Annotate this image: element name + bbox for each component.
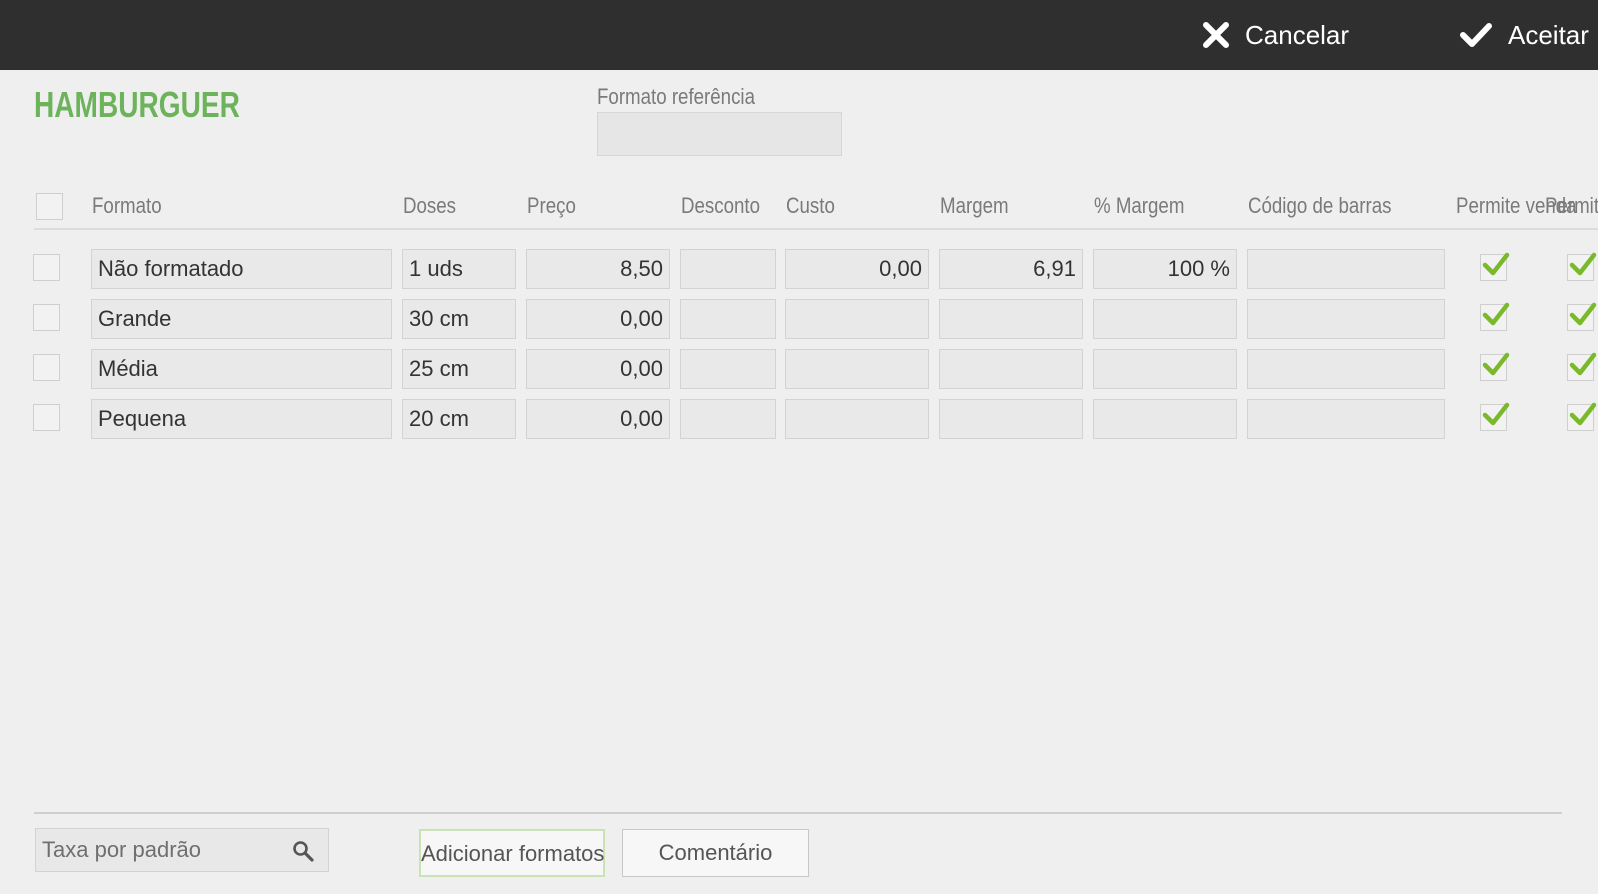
- desconto-field[interactable]: [680, 349, 776, 389]
- check-icon: [1460, 22, 1492, 48]
- margem-field[interactable]: [939, 399, 1083, 439]
- check-icon: [1569, 252, 1597, 276]
- column-header-custo: Custo: [786, 193, 835, 218]
- doses-field[interactable]: 1 uds: [402, 249, 516, 289]
- check-icon: [1569, 352, 1597, 376]
- formato-field[interactable]: Média: [91, 349, 392, 389]
- column-header-permit: Permit: [1545, 193, 1598, 218]
- codigo-barras-field[interactable]: [1247, 299, 1445, 339]
- formato-field[interactable]: Não formatado: [91, 249, 392, 289]
- check-icon: [1482, 352, 1510, 376]
- column-header-preco: Preço: [527, 193, 576, 218]
- doses-field[interactable]: 30 cm: [402, 299, 516, 339]
- check-icon: [1569, 402, 1597, 426]
- select-all-checkbox[interactable]: [36, 193, 63, 220]
- pct-margem-field[interactable]: 100 %: [1093, 249, 1237, 289]
- footer-divider: [34, 812, 1562, 814]
- custo-field[interactable]: [785, 399, 929, 439]
- search-icon[interactable]: [292, 840, 314, 867]
- reference-format-label: Formato referência: [597, 84, 755, 109]
- tax-default-input[interactable]: [36, 829, 288, 871]
- preco-field[interactable]: 0,00: [526, 299, 670, 339]
- column-header-doses: Doses: [403, 193, 457, 218]
- check-icon: [1482, 252, 1510, 276]
- formato-field[interactable]: Pequena: [91, 399, 392, 439]
- custo-field[interactable]: [785, 299, 929, 339]
- column-header-codigo-barras: Código de barras: [1248, 193, 1392, 218]
- column-header-pct-margem: % Margem: [1094, 193, 1185, 218]
- comment-button[interactable]: Comentário: [622, 829, 809, 877]
- margem-field[interactable]: [939, 349, 1083, 389]
- permit-checkbox[interactable]: [1567, 402, 1597, 431]
- column-header-margem: Margem: [940, 193, 1009, 218]
- preco-field[interactable]: 8,50: [526, 249, 670, 289]
- formato-field[interactable]: Grande: [91, 299, 392, 339]
- row-checkbox[interactable]: [33, 404, 60, 431]
- column-header-desconto: Desconto: [681, 193, 761, 218]
- column-header-formato: Formato: [92, 193, 162, 218]
- desconto-field[interactable]: [680, 399, 776, 439]
- margem-field[interactable]: 6,91: [939, 249, 1083, 289]
- row-checkbox[interactable]: [33, 304, 60, 331]
- preco-field[interactable]: 0,00: [526, 349, 670, 389]
- page-title: HAMBURGUER: [34, 84, 240, 125]
- check-icon: [1569, 302, 1597, 326]
- margem-field[interactable]: [939, 299, 1083, 339]
- permite-venda-checkbox[interactable]: [1480, 252, 1510, 281]
- pct-margem-field[interactable]: [1093, 349, 1237, 389]
- permit-checkbox[interactable]: [1567, 302, 1597, 331]
- custo-field[interactable]: [785, 349, 929, 389]
- row-checkbox[interactable]: [33, 354, 60, 381]
- custo-field[interactable]: 0,00: [785, 249, 929, 289]
- pct-margem-field[interactable]: [1093, 299, 1237, 339]
- doses-field[interactable]: 20 cm: [402, 399, 516, 439]
- reference-format-input[interactable]: [597, 112, 842, 156]
- check-icon: [1482, 302, 1510, 326]
- doses-field[interactable]: 25 cm: [402, 349, 516, 389]
- cancel-button[interactable]: Cancelar: [1203, 0, 1349, 70]
- pct-margem-field[interactable]: [1093, 399, 1237, 439]
- table-header: Formato Doses Preço Desconto Custo Marge…: [0, 185, 1598, 225]
- codigo-barras-field[interactable]: [1247, 349, 1445, 389]
- cancel-label: Cancelar: [1245, 19, 1350, 50]
- row-checkbox[interactable]: [33, 254, 60, 281]
- add-formats-button[interactable]: Adicionar formatos: [419, 829, 605, 877]
- permite-venda-checkbox[interactable]: [1480, 402, 1510, 431]
- codigo-barras-field[interactable]: [1247, 399, 1445, 439]
- permite-venda-checkbox[interactable]: [1480, 302, 1510, 331]
- tax-search-box: [35, 828, 329, 872]
- codigo-barras-field[interactable]: [1247, 249, 1445, 289]
- preco-field[interactable]: 0,00: [526, 399, 670, 439]
- permit-checkbox[interactable]: [1567, 352, 1597, 381]
- header-divider: [34, 228, 1598, 230]
- permite-venda-checkbox[interactable]: [1480, 352, 1510, 381]
- desconto-field[interactable]: [680, 299, 776, 339]
- desconto-field[interactable]: [680, 249, 776, 289]
- check-icon: [1482, 402, 1510, 426]
- top-bar: Cancelar Aceitar: [0, 0, 1598, 70]
- accept-button[interactable]: Aceitar: [1460, 0, 1589, 70]
- permit-checkbox[interactable]: [1567, 252, 1597, 281]
- accept-label: Aceitar: [1508, 19, 1589, 50]
- close-icon: [1203, 22, 1229, 48]
